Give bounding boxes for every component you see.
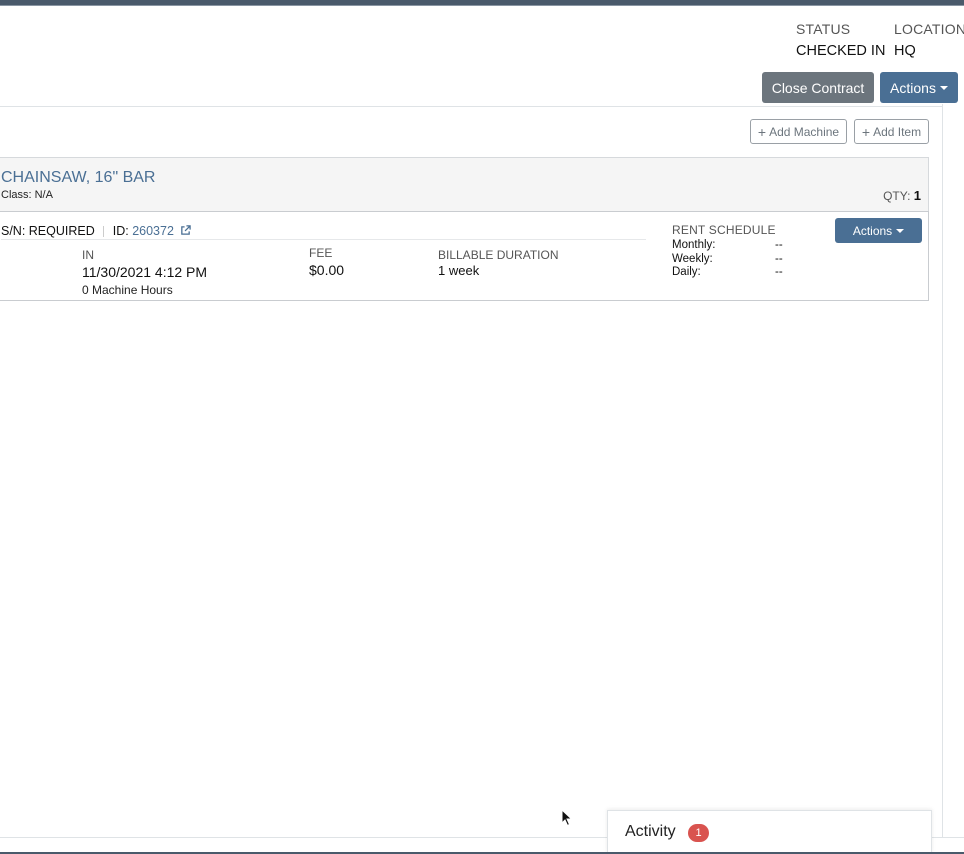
status-label: STATUS [796,21,851,37]
add-machine-button[interactable]: + Add Machine [750,119,847,144]
activity-label: Activity [625,823,676,840]
rent-row-value: -- [775,239,783,251]
external-link-icon[interactable] [180,224,192,239]
rent-schedule: RENT SCHEDULE Monthly: -- Weekly: -- Dai… [672,223,783,280]
rent-row-weekly: Weekly: -- [672,253,783,267]
item-header: CHAINSAW, 16" BAR Class: N/A QTY: 1 [0,157,929,211]
top-bar [0,0,964,6]
rent-row-value: -- [775,252,783,265]
add-item-button[interactable]: + Add Item [854,119,929,144]
plus-icon: + [757,123,767,140]
add-machine-label: Add Machine [769,124,840,139]
item-class: Class: N/A [1,189,53,201]
rent-row-label: Monthly: [672,239,716,251]
divider [103,226,105,238]
caret-down-icon [896,228,905,233]
rent-row-label: Daily: [672,266,701,278]
item-detail: S/N: REQUIRED ID: 260372 IN 11/30/2021 4… [0,211,929,301]
qty-value: 1 [913,188,921,203]
contract-actions-label: Actions [890,79,936,96]
panel-divider [0,106,942,107]
rent-row-label: Weekly: [672,252,713,265]
fee-value: $0.00 [309,262,345,278]
serial-status: S/N: REQUIRED [1,224,95,238]
status-block: STATUS CHECKED IN [796,21,885,59]
item-actions-label: Actions [852,223,893,238]
rent-row-value: -- [775,266,783,278]
fee-label: FEE [309,246,333,260]
machine-id-link[interactable]: 260372 [132,224,174,238]
location-block: LOCATION HQ [894,21,964,59]
item-actions-button[interactable]: Actions [835,218,922,243]
item-qty: QTY: 1 [883,188,921,203]
duration-info: BILLABLE DURATION 1 week [438,248,558,278]
checkin-info: IN 11/30/2021 4:12 PM 0 Machine Hours [82,248,207,297]
mouse-cursor-icon [561,808,573,832]
qty-label: QTY: [883,189,911,203]
duration-label: BILLABLE DURATION [438,248,559,262]
add-item-label: Add Item [873,124,922,139]
in-datetime: 11/30/2021 4:12 PM [82,264,208,280]
in-label: IN [82,248,94,262]
caret-down-icon [939,85,948,90]
detail-divider [1,239,646,240]
location-value: HQ [894,43,916,59]
plus-icon: + [861,123,871,140]
item-title[interactable]: CHAINSAW, 16" BAR [1,169,155,187]
rent-row-monthly: Monthly: -- [672,239,783,253]
fee-info: FEE $0.00 [309,246,344,278]
close-contract-button[interactable]: Close Contract [762,72,874,103]
close-contract-label: Close Contract [771,79,865,96]
scroll-rail [942,104,943,837]
duration-value: 1 week [438,263,480,278]
id-label: ID: [112,224,129,238]
location-label: LOCATION [894,21,964,37]
contract-actions-button[interactable]: Actions [880,72,958,103]
rent-row-daily: Daily: -- [672,266,783,280]
serial-line: S/N: REQUIRED ID: 260372 [1,224,192,239]
activity-count-badge: 1 [688,824,709,842]
machine-hours: 0 Machine Hours [82,283,173,297]
rent-schedule-title: RENT SCHEDULE [672,223,776,237]
activity-panel[interactable]: Activity 1 [607,810,932,854]
status-value: CHECKED IN [796,43,886,59]
